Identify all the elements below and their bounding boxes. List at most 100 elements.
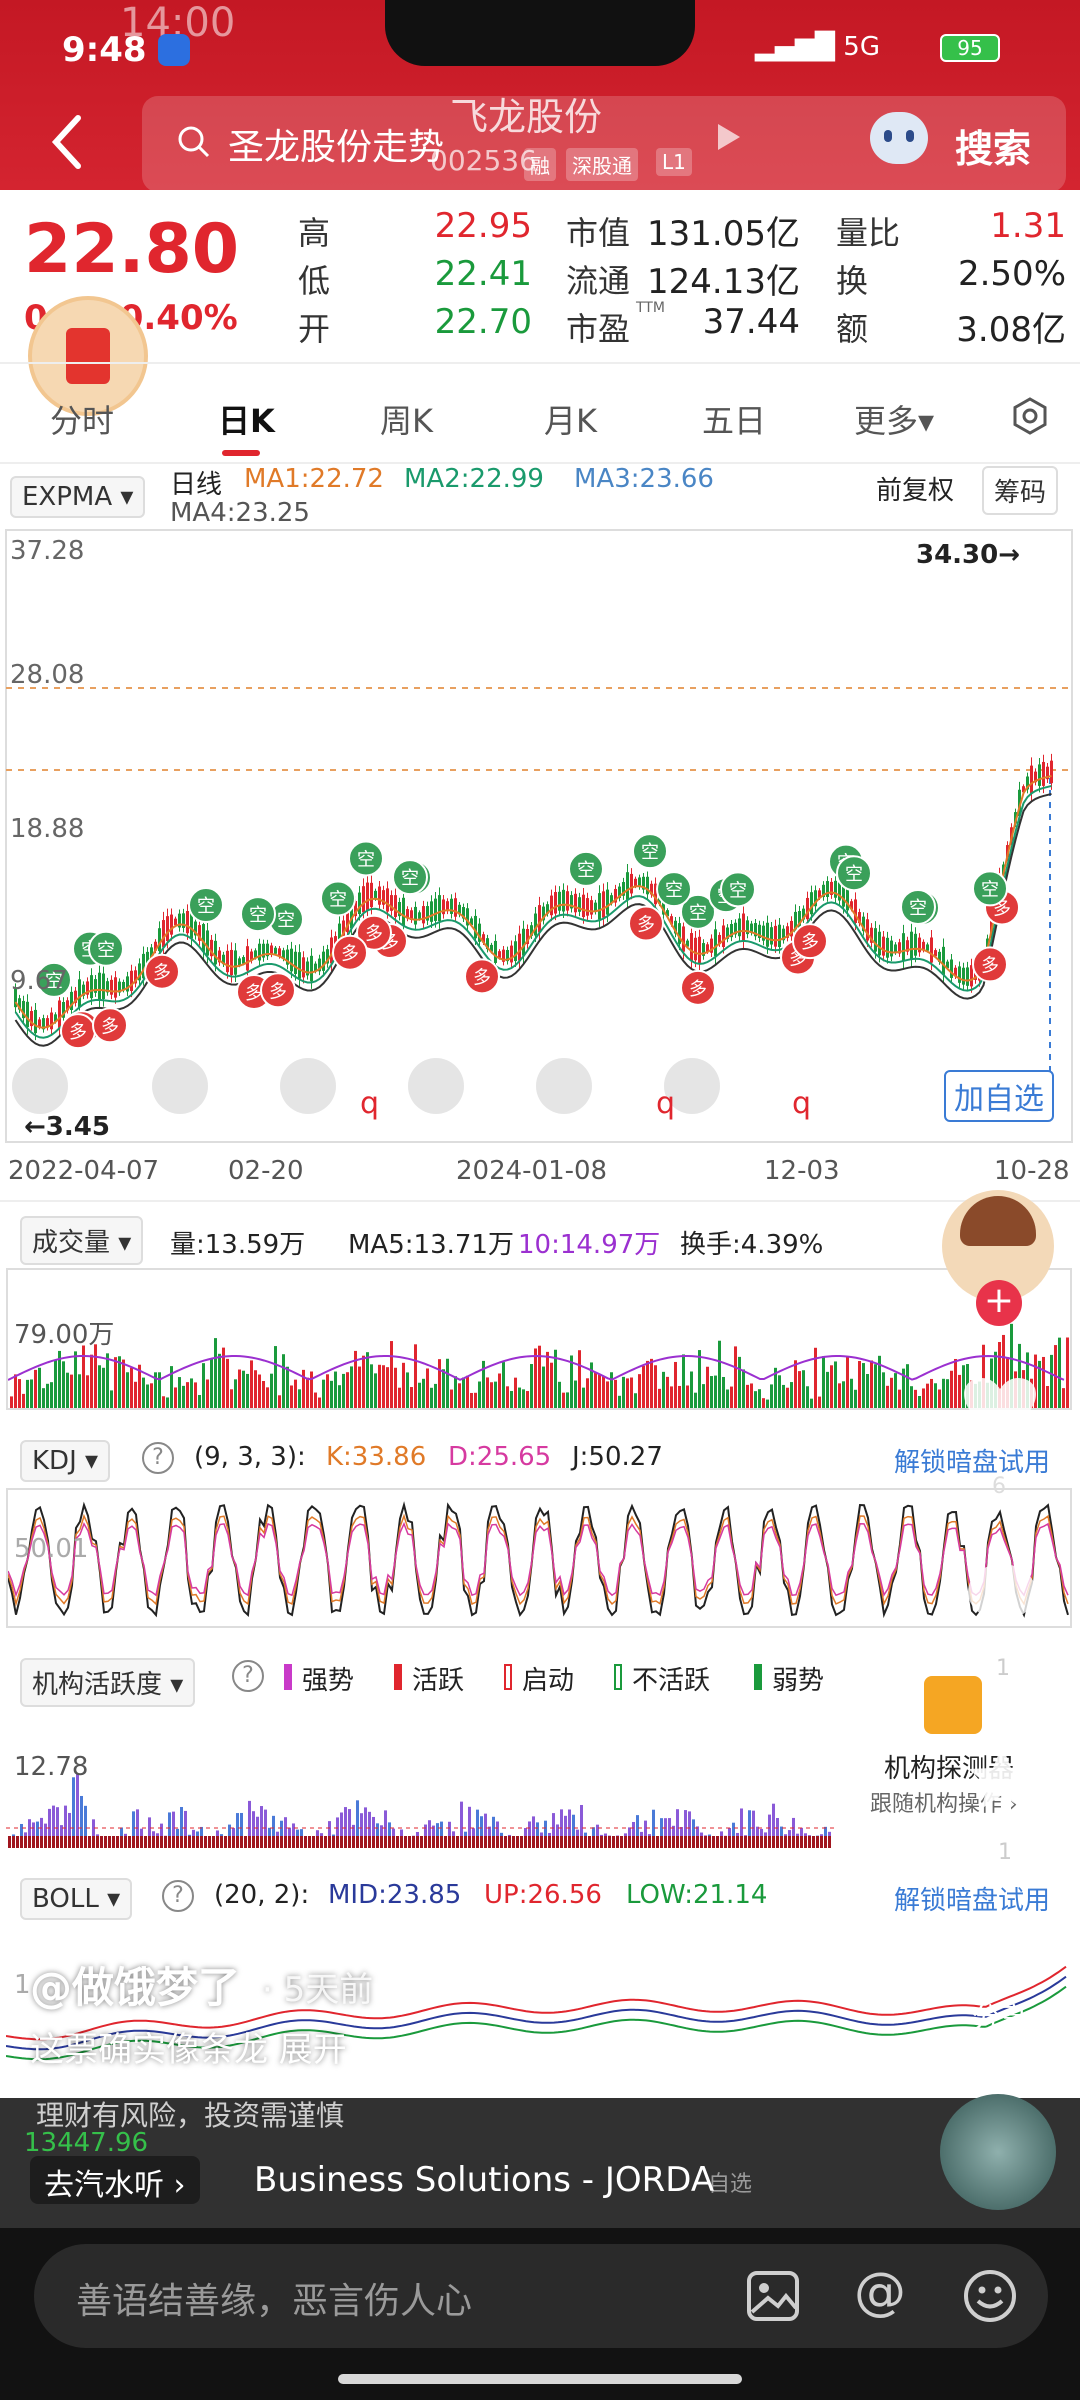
activity-base-bar — [608, 1836, 611, 1848]
settings-icon[interactable] — [1010, 396, 1050, 436]
activity-base-bar — [652, 1836, 655, 1848]
activity-base-bar — [68, 1836, 71, 1848]
activity-base-bar — [508, 1836, 511, 1848]
kdj-unlock-link[interactable]: 解锁暗盘试用 — [894, 1442, 1050, 1479]
low-label: 低 — [298, 262, 331, 300]
volume-bar — [282, 1354, 285, 1408]
volume-bar — [194, 1382, 197, 1408]
candle — [806, 897, 809, 920]
volume-bar — [334, 1371, 337, 1408]
tab-weekly[interactable]: 周K — [380, 396, 433, 442]
institution-dropdown[interactable]: 机构活跃度 ▾ — [20, 1658, 196, 1707]
volume-bar — [130, 1367, 133, 1408]
share-label[interactable]: 分享 — [972, 1996, 1028, 2036]
add-watchlist-button[interactable]: 加自选 — [944, 1070, 1054, 1122]
volume-bar — [670, 1386, 673, 1408]
volume-bar — [506, 1386, 509, 1408]
kline-chart[interactable]: 空空空多多多多多多空多多多空空空空空多空空多空空空空空空空空多空空多多空多多qq… — [0, 528, 1080, 1148]
volume-bar — [122, 1359, 125, 1408]
candle — [158, 928, 161, 952]
tab-five-day[interactable]: 五日 — [702, 396, 766, 442]
help-icon[interactable]: ? — [142, 1442, 174, 1474]
candle — [582, 894, 585, 918]
activity-base-bar — [332, 1836, 335, 1848]
share-icon[interactable] — [958, 1928, 1038, 1994]
volume-bar — [62, 1361, 65, 1408]
activity-base-bar — [400, 1836, 403, 1848]
volume-bar — [770, 1384, 773, 1408]
activity-base-bar — [364, 1836, 367, 1848]
image-icon[interactable] — [746, 2270, 800, 2322]
candle — [558, 891, 561, 911]
volume-bar — [558, 1381, 561, 1408]
tab-monthly[interactable]: 月K — [544, 396, 597, 442]
follow-button[interactable]: + — [976, 1280, 1022, 1326]
legend-inactive: 不活跃 — [632, 1666, 711, 1696]
chart-control-button[interactable] — [408, 1058, 464, 1114]
activity-base-bar — [632, 1836, 635, 1848]
candle — [214, 940, 217, 965]
adjust-mode[interactable]: 前复权 — [876, 470, 954, 507]
search-button[interactable]: 搜索 — [955, 118, 1031, 173]
help-icon[interactable]: ? — [232, 1660, 264, 1692]
x-label-1: 2022-04-07 — [8, 1156, 160, 1186]
like-icon[interactable] — [960, 1376, 1040, 1446]
chart-control-button[interactable] — [12, 1058, 68, 1114]
robot-assistant-icon[interactable] — [870, 112, 928, 164]
volume-bar — [530, 1364, 533, 1408]
volume-bar — [198, 1394, 201, 1408]
chart-control-button[interactable] — [280, 1058, 336, 1114]
signal-badge-label: 多 — [981, 955, 999, 976]
candle — [950, 959, 953, 978]
favorite-star-icon[interactable] — [966, 1742, 1038, 1812]
expma-dropdown[interactable]: EXPMA ▾ — [10, 476, 146, 518]
legend-active-swatch — [394, 1664, 402, 1690]
candle — [566, 891, 569, 911]
music-app-button[interactable]: 去汽水听 › — [30, 2156, 200, 2204]
volume-bar — [922, 1388, 925, 1408]
activity-base-bar — [824, 1836, 827, 1848]
signal-badge-label: 空 — [401, 868, 419, 889]
candle — [590, 900, 593, 915]
institution-chart[interactable] — [6, 1708, 836, 1848]
volume-bar — [166, 1397, 169, 1408]
kdj-dropdown[interactable]: KDJ ▾ — [20, 1440, 111, 1482]
volume-bar — [526, 1391, 529, 1408]
creator-username[interactable]: @做饿梦了 — [30, 1954, 240, 2015]
activity-base-bar — [340, 1836, 343, 1848]
comment-icon[interactable] — [964, 1560, 1040, 1630]
next-stock-icon[interactable] — [714, 120, 744, 154]
legend-inactive-swatch — [614, 1664, 622, 1690]
mention-icon[interactable]: @ — [854, 2262, 906, 2322]
activity-base-bar — [636, 1836, 639, 1848]
emoji-icon[interactable] — [962, 2268, 1018, 2324]
volume-dropdown[interactable]: 成交量 ▾ — [20, 1216, 144, 1265]
kdj-chart[interactable] — [6, 1488, 1072, 1628]
volume-chart[interactable] — [6, 1268, 1072, 1410]
tab-more[interactable]: 更多▾ — [854, 396, 934, 442]
volume-bar — [286, 1366, 289, 1408]
chips-button[interactable]: 筹码 — [982, 466, 1059, 515]
search-input-text[interactable]: 圣龙股份走势 — [228, 118, 444, 170]
candle — [1038, 764, 1041, 786]
post-description[interactable]: 这票确实像条龙 展开 — [30, 2022, 347, 2071]
boll-dropdown[interactable]: BOLL ▾ — [20, 1878, 133, 1920]
activity-base-bar — [416, 1836, 419, 1848]
volume-bar — [518, 1387, 521, 1408]
volume-bar — [702, 1384, 705, 1408]
help-icon[interactable]: ? — [162, 1880, 194, 1912]
volume-bar — [910, 1386, 913, 1408]
tab-daily[interactable]: 日K — [218, 396, 275, 442]
music-disc[interactable] — [940, 2094, 1056, 2210]
candle — [714, 929, 717, 957]
tab-intraday[interactable]: 分时 — [50, 396, 114, 442]
nav-watchlist[interactable]: 自选 — [708, 2166, 752, 2198]
activity-base-bar — [224, 1836, 227, 1848]
home-indicator[interactable] — [338, 2374, 742, 2384]
candle — [290, 948, 293, 972]
chart-control-button[interactable] — [536, 1058, 592, 1114]
back-icon[interactable] — [48, 112, 88, 172]
chart-control-button[interactable] — [152, 1058, 208, 1114]
boll-unlock-link[interactable]: 解锁暗盘试用 — [894, 1880, 1050, 1917]
status-time: 9:48 — [62, 30, 147, 70]
